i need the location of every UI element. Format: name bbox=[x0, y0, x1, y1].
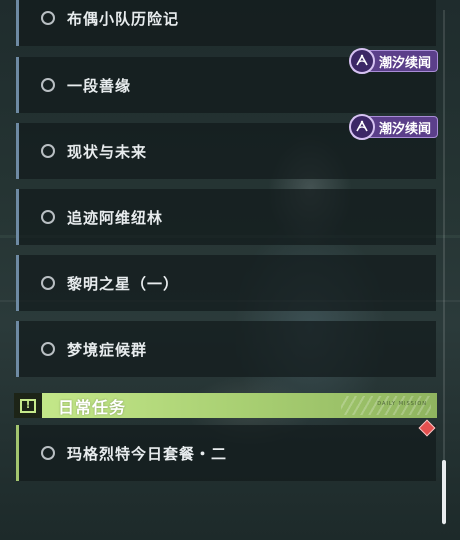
section-title: 日常任务 bbox=[58, 397, 127, 417]
tide-story-badge: 潮汐续闻 bbox=[348, 48, 438, 74]
quest-item[interactable]: 布偶小队历险记 bbox=[16, 0, 436, 46]
scrollbar-track[interactable] bbox=[443, 10, 445, 525]
quest-item[interactable]: 黎明之星（一） bbox=[16, 255, 436, 311]
quest-label: 现状与未来 bbox=[67, 142, 148, 161]
tide-badge-label: 潮汐续闻 bbox=[378, 55, 431, 71]
quest-item[interactable]: 追迹阿维纽林 bbox=[16, 189, 436, 245]
daily-missions-header[interactable]: ! 日常任务 DAILY MISSION bbox=[14, 393, 437, 418]
tide-badge-label: 潮汐续闻 bbox=[378, 121, 431, 137]
quest-label: 一段善缘 bbox=[67, 76, 132, 95]
quest-item[interactable]: 梦境症候群 bbox=[16, 321, 436, 377]
quest-label: 追迹阿维纽林 bbox=[67, 208, 164, 227]
quest-label: 布偶小队历险记 bbox=[67, 9, 180, 28]
header-decor-text: DAILY MISSION bbox=[377, 401, 427, 407]
quest-status-circle-icon bbox=[41, 11, 55, 25]
quest-status-circle-icon bbox=[41, 78, 55, 92]
quest-status-circle-icon bbox=[41, 210, 55, 224]
quest-status-circle-icon bbox=[41, 144, 55, 158]
quest-status-circle-icon bbox=[41, 342, 55, 356]
quest-status-circle-icon bbox=[41, 276, 55, 290]
exclamation-icon: ! bbox=[14, 393, 42, 418]
tide-emblem-icon bbox=[348, 48, 375, 74]
quest-label: 玛格烈特今日套餐・二 bbox=[67, 444, 228, 463]
quest-status-circle-icon bbox=[41, 446, 55, 460]
daily-quest-item[interactable]: 玛格烈特今日套餐・二 bbox=[16, 425, 436, 481]
tide-story-badge: 潮汐续闻 bbox=[348, 114, 438, 140]
quest-label: 梦境症候群 bbox=[67, 340, 148, 359]
tide-emblem-icon bbox=[348, 114, 375, 140]
scrollbar-thumb[interactable] bbox=[442, 460, 446, 524]
quest-label: 黎明之星（一） bbox=[67, 274, 180, 293]
